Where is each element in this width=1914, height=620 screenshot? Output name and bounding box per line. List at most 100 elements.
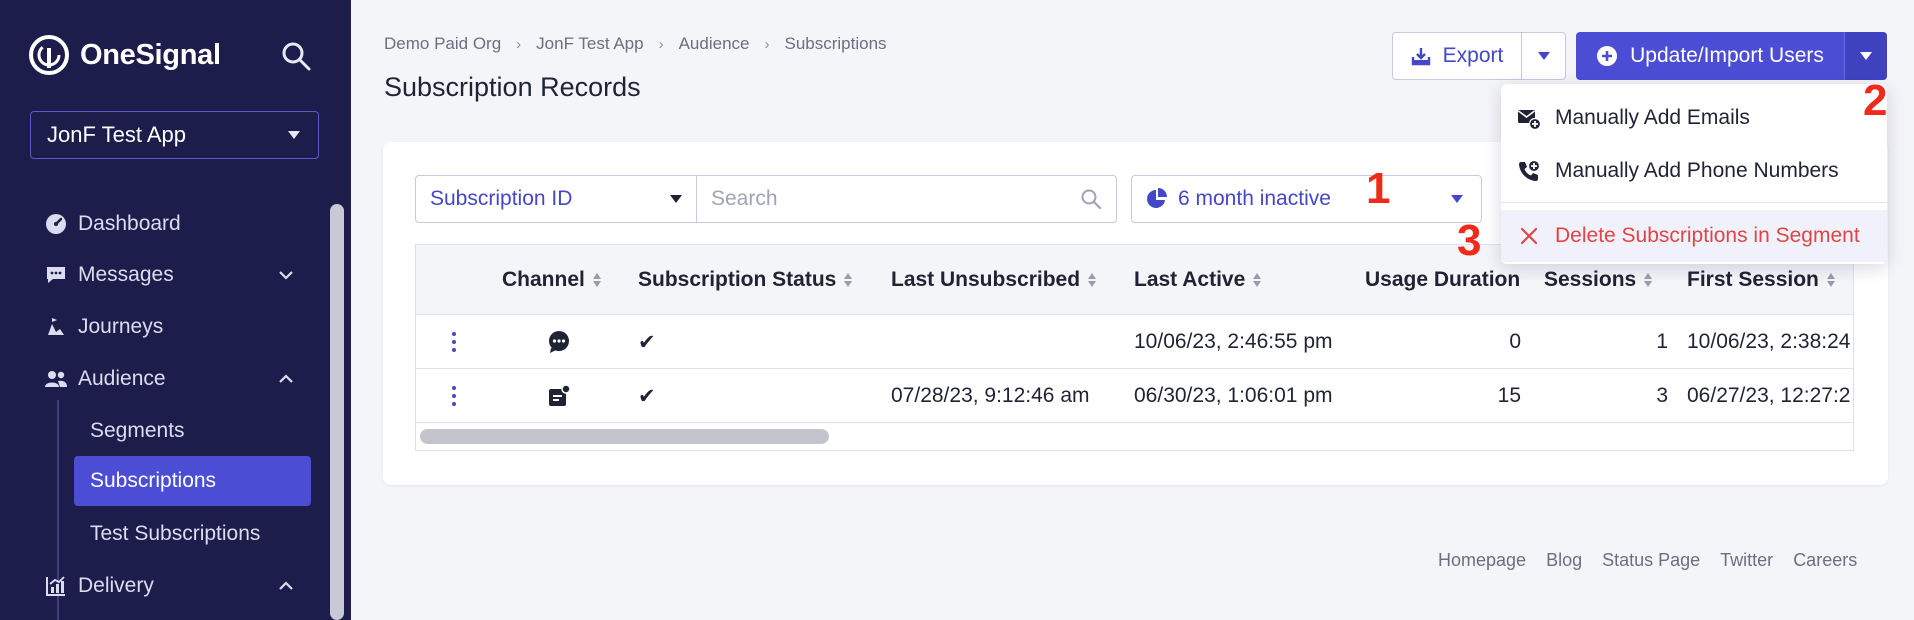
search-box xyxy=(696,175,1117,223)
last-active: 10/06/23, 2:46:55 pm xyxy=(1134,330,1333,353)
export-label: Export xyxy=(1442,44,1504,67)
column-header-subscription-status[interactable]: Subscription Status xyxy=(638,245,854,315)
sort-icon[interactable] xyxy=(1088,271,1098,289)
breadcrumb-subscriptions: Subscriptions xyxy=(784,34,887,53)
sidebar-item-dashboard[interactable]: Dashboard xyxy=(44,204,310,244)
sessions: 1 xyxy=(1656,330,1668,353)
annotation-2: 2 xyxy=(1863,76,1888,125)
row-actions-button[interactable] xyxy=(451,315,457,369)
first-session: 10/06/23, 2:38:24 xyxy=(1687,330,1851,353)
chevron-up-icon[interactable] xyxy=(278,371,294,387)
update-import-dropdown-toggle[interactable] xyxy=(1844,32,1887,80)
sort-icon[interactable] xyxy=(1826,271,1837,289)
app-selector-label: JonF Test App xyxy=(47,122,187,147)
column-header-channel[interactable]: Channel xyxy=(502,245,603,315)
sidebar-scrollbar[interactable] xyxy=(330,204,344,620)
breadcrumb-audience[interactable]: Audience xyxy=(679,34,750,54)
export-button-group: Export xyxy=(1392,32,1566,80)
gauge-icon xyxy=(44,212,68,236)
table-row[interactable]: ✔ 07/28/23, 9:12:46 am 06/30/23, 1:06:01… xyxy=(416,369,1853,423)
menu-item-label: Manually Add Emails xyxy=(1555,106,1750,129)
column-header-last-active[interactable]: Last Active xyxy=(1134,245,1263,315)
subscription-status: ✔ xyxy=(638,330,656,354)
footer-link-status-page[interactable]: Status Page xyxy=(1602,550,1700,571)
menu-divider xyxy=(1501,202,1887,203)
usage-duration: 0 xyxy=(1509,330,1521,353)
column-header-usage-duration[interactable]: Usage Duration xyxy=(1365,245,1520,315)
search-icon[interactable] xyxy=(280,40,312,72)
segment-label: 6 month inactive xyxy=(1178,187,1331,210)
page-title: Subscription Records xyxy=(384,72,641,102)
menu-item-delete-subscriptions[interactable]: Delete Subscriptions in Segment xyxy=(1501,210,1887,262)
chevron-down-icon[interactable] xyxy=(278,267,294,283)
app-selector[interactable]: JonF Test App xyxy=(30,111,319,159)
journey-icon xyxy=(44,315,68,339)
breadcrumb-app[interactable]: JonF Test App xyxy=(536,34,643,54)
menu-item-add-emails[interactable]: Manually Add Emails xyxy=(1501,92,1887,144)
footer-links: Homepage Blog Status Page Twitter Career… xyxy=(1438,550,1857,571)
chevron-down-icon xyxy=(1537,52,1550,60)
search-icon[interactable] xyxy=(1080,188,1102,210)
breadcrumb-separator-icon: › xyxy=(658,35,664,53)
filter-field-label: Subscription ID xyxy=(430,187,573,210)
update-import-label: Update/Import Users xyxy=(1630,44,1824,67)
download-icon xyxy=(1411,48,1430,66)
update-import-button-group: Update/Import Users xyxy=(1576,32,1887,80)
breadcrumb: Demo Paid Org › JonF Test App › Audience… xyxy=(384,34,887,54)
footer-link-blog[interactable]: Blog xyxy=(1546,550,1582,571)
subscription-status: ✔ xyxy=(638,384,656,408)
first-session: 06/27/23, 12:27:2 xyxy=(1687,384,1851,407)
sidebar-item-label: Audience xyxy=(78,367,166,390)
sidebar-item-journeys[interactable]: Journeys xyxy=(44,307,310,347)
footer-link-homepage[interactable]: Homepage xyxy=(1438,550,1526,571)
breadcrumb-separator-icon: › xyxy=(516,35,522,53)
filter-field-select[interactable]: Subscription ID xyxy=(415,175,697,223)
sort-icon[interactable] xyxy=(592,271,603,289)
export-dropdown-toggle[interactable] xyxy=(1522,33,1565,79)
kebab-menu-icon xyxy=(451,332,457,352)
search-input[interactable] xyxy=(711,187,1080,211)
inbox-icon xyxy=(547,369,571,423)
last-active: 06/30/23, 1:06:01 pm xyxy=(1134,384,1333,407)
close-icon xyxy=(1517,224,1541,248)
chevron-up-icon[interactable] xyxy=(278,578,294,594)
users-icon xyxy=(44,367,68,391)
sort-icon[interactable] xyxy=(844,271,854,289)
kebab-menu-icon xyxy=(451,386,457,406)
table-row[interactable]: ✔ 10/06/23, 2:46:55 pm 0 1 10/06/23, 2:3… xyxy=(416,315,1853,369)
sidebar-item-messages[interactable]: Messages xyxy=(44,255,310,295)
chevron-down-icon xyxy=(670,195,682,203)
table-horizontal-scrollbar[interactable] xyxy=(420,429,829,444)
sessions: 3 xyxy=(1656,384,1668,407)
sidebar-item-delivery[interactable]: Delivery xyxy=(44,566,310,606)
sidebar-item-label: Dashboard xyxy=(78,212,181,235)
brand-logo[interactable]: OneSignal xyxy=(28,34,221,76)
phone-add-icon xyxy=(1517,159,1541,183)
sort-icon[interactable] xyxy=(1253,271,1263,289)
row-actions-button[interactable] xyxy=(451,369,457,423)
chevron-down-icon xyxy=(1860,52,1872,60)
sidebar-item-audience[interactable]: Audience xyxy=(44,359,310,399)
export-button[interactable]: Export xyxy=(1393,33,1522,79)
chevron-down-icon xyxy=(1451,195,1463,203)
update-import-users-button[interactable]: Update/Import Users xyxy=(1576,32,1844,80)
menu-item-add-phone-numbers[interactable]: Manually Add Phone Numbers xyxy=(1501,145,1887,197)
sidebar-item-label: Delivery xyxy=(78,574,154,597)
chat-icon xyxy=(44,263,68,287)
sidebar-item-subscriptions[interactable]: Subscriptions xyxy=(74,456,311,506)
sidebar-item-label: Journeys xyxy=(78,315,164,338)
footer-link-careers[interactable]: Careers xyxy=(1793,550,1857,571)
usage-duration: 15 xyxy=(1497,384,1521,407)
sidebar-item-label: Messages xyxy=(78,263,174,286)
sort-icon[interactable] xyxy=(1644,271,1654,289)
sms-icon xyxy=(547,315,571,369)
column-header-last-unsubscribed[interactable]: Last Unsubscribed xyxy=(891,245,1098,315)
segment-select[interactable]: 6 month inactive xyxy=(1131,175,1482,223)
chart-icon xyxy=(44,574,68,598)
footer-link-twitter[interactable]: Twitter xyxy=(1720,550,1773,571)
email-add-icon xyxy=(1517,106,1541,130)
menu-item-label: Delete Subscriptions in Segment xyxy=(1555,224,1860,247)
sidebar-item-segments[interactable]: Segments xyxy=(74,406,311,456)
breadcrumb-org[interactable]: Demo Paid Org xyxy=(384,34,501,54)
sidebar-item-test-subscriptions[interactable]: Test Subscriptions xyxy=(74,509,311,559)
